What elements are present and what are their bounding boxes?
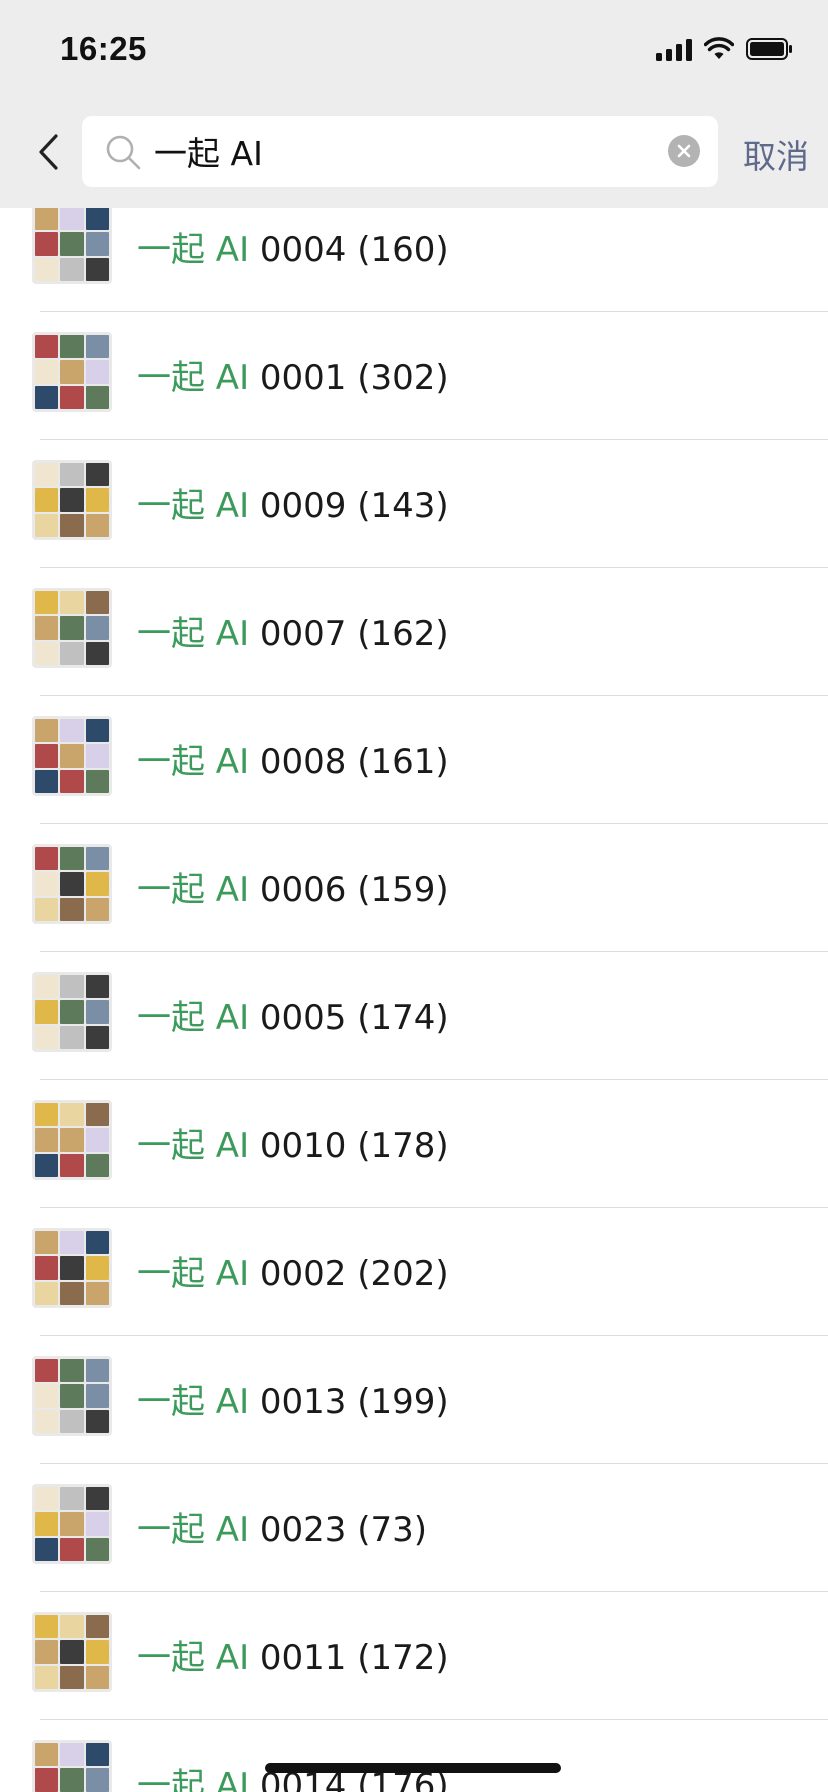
result-title: 一起 AI 0004 (160) [137, 222, 449, 271]
match-highlight: 一起 AI [137, 1766, 250, 1792]
group-avatar [32, 460, 112, 540]
chevron-left-icon [39, 134, 58, 170]
match-highlight: 一起 AI [137, 1510, 250, 1550]
result-item[interactable]: 一起 AI 0007 (162) [0, 568, 828, 696]
group-avatar [32, 1228, 112, 1308]
result-suffix: 0009 (143) [249, 486, 449, 526]
group-avatar [32, 844, 112, 924]
result-suffix: 0004 (160) [249, 230, 449, 270]
match-highlight: 一起 AI [137, 358, 250, 398]
result-suffix: 0001 (302) [249, 358, 449, 398]
clear-icon[interactable] [668, 135, 700, 167]
result-title: 一起 AI 0001 (302) [137, 350, 449, 399]
search-results-list[interactable]: 一起 AI 0004 (160) 一起 AI 0001 (302) 一起 AI 00… [0, 208, 828, 1792]
close-icon [677, 144, 691, 158]
match-highlight: 一起 AI [137, 1126, 250, 1166]
match-highlight: 一起 AI [137, 230, 250, 270]
result-suffix: 0008 (161) [249, 742, 449, 782]
search-icon [106, 135, 141, 170]
group-avatar [32, 588, 112, 668]
home-indicator [265, 1763, 561, 1773]
result-suffix: 0023 (73) [249, 1510, 428, 1550]
group-avatar [32, 1356, 112, 1436]
match-highlight: 一起 AI [137, 870, 250, 910]
match-highlight: 一起 AI [137, 1382, 250, 1422]
match-highlight: 一起 AI [137, 742, 250, 782]
result-suffix: 0013 (199) [249, 1382, 449, 1422]
result-title: 一起 AI 0011 (172) [137, 1630, 449, 1679]
result-item[interactable]: 一起 AI 0005 (174) [0, 952, 828, 1080]
result-title: 一起 AI 0009 (143) [137, 478, 449, 527]
result-item[interactable]: 一起 AI 0001 (302) [0, 312, 828, 440]
match-highlight: 一起 AI [137, 1254, 250, 1294]
status-icons [656, 34, 794, 64]
result-suffix: 0002 (202) [249, 1254, 449, 1294]
result-title: 一起 AI 0005 (174) [137, 990, 449, 1039]
back-button[interactable] [26, 122, 70, 182]
result-item[interactable]: 一起 AI 0009 (143) [0, 440, 828, 568]
match-highlight: 一起 AI [137, 486, 250, 526]
result-suffix: 0007 (162) [249, 614, 449, 654]
status-time: 16:25 [60, 30, 147, 67]
search-input[interactable] [154, 128, 634, 174]
result-title: 一起 AI 0010 (178) [137, 1118, 449, 1167]
group-avatar [32, 716, 112, 796]
result-item[interactable]: 一起 AI 0011 (172) [0, 1592, 828, 1720]
match-highlight: 一起 AI [137, 998, 250, 1038]
result-title: 一起 AI 0007 (162) [137, 606, 449, 655]
result-item[interactable]: 一起 AI 0013 (199) [0, 1336, 828, 1464]
battery-icon [746, 38, 792, 60]
group-avatar [32, 332, 112, 412]
cancel-button[interactable]: 取消 [743, 130, 809, 178]
result-suffix: 0005 (174) [249, 998, 449, 1038]
result-title: 一起 AI 0008 (161) [137, 734, 449, 783]
result-item[interactable]: 一起 AI 0002 (202) [0, 1208, 828, 1336]
result-item[interactable]: 一起 AI 0010 (178) [0, 1080, 828, 1208]
result-title: 一起 AI 0002 (202) [137, 1246, 449, 1295]
group-avatar [32, 1484, 112, 1564]
result-suffix: 0010 (178) [249, 1126, 449, 1166]
match-highlight: 一起 AI [137, 614, 250, 654]
result-item[interactable]: 一起 AI 0004 (160) [0, 208, 828, 312]
group-avatar [32, 1740, 112, 1792]
result-suffix: 0011 (172) [249, 1638, 449, 1678]
group-avatar [32, 1100, 112, 1180]
search-box[interactable] [82, 116, 718, 187]
result-title: 一起 AI 0013 (199) [137, 1374, 449, 1423]
match-highlight: 一起 AI [137, 1638, 250, 1678]
result-suffix: 0006 (159) [249, 870, 449, 910]
result-item[interactable]: 一起 AI 0008 (161) [0, 696, 828, 824]
result-item[interactable]: 一起 AI 0014 (176) [0, 1720, 828, 1792]
result-item[interactable]: 一起 AI 0006 (159) [0, 824, 828, 952]
result-title: 一起 AI 0023 (73) [137, 1502, 427, 1551]
group-avatar [32, 1612, 112, 1692]
wifi-icon [704, 37, 734, 59]
cellular-signal-icon [656, 37, 692, 61]
result-title: 一起 AI 0006 (159) [137, 862, 449, 911]
group-avatar [32, 208, 112, 284]
group-avatar [32, 972, 112, 1052]
top-bar: 16:25 取消 [0, 0, 828, 208]
result-item[interactable]: 一起 AI 0023 (73) [0, 1464, 828, 1592]
